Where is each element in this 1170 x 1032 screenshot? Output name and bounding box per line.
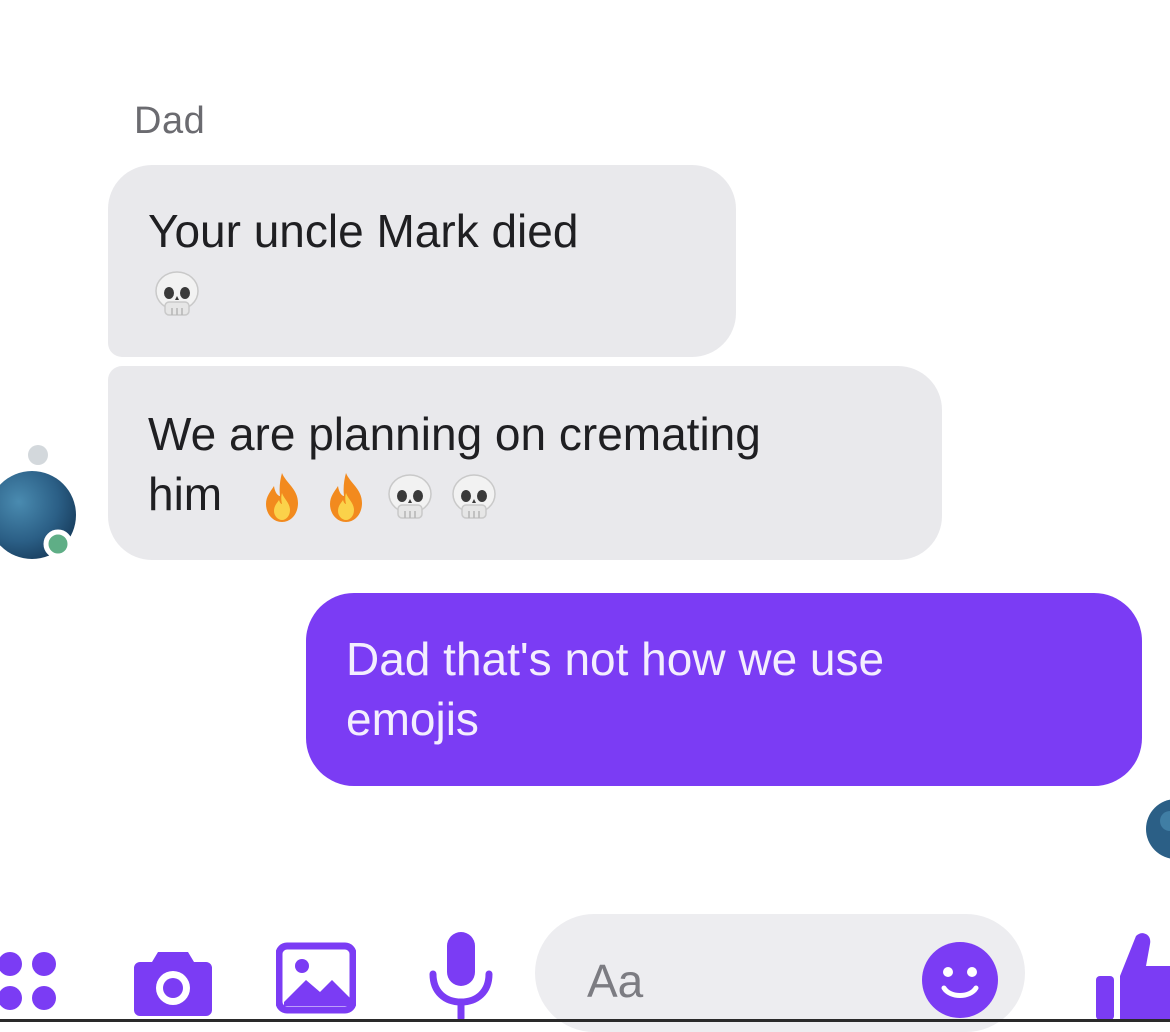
message-text-line: We are planning on cremating	[148, 408, 761, 460]
message-input[interactable]: Aa	[535, 914, 1025, 1032]
message-text-line: Dad that's not how we use	[346, 633, 885, 685]
sender-avatar[interactable]	[0, 445, 80, 563]
read-receipt-avatar	[1140, 795, 1170, 865]
message-text: Your uncle Mark died	[148, 205, 579, 257]
fire-icon	[253, 469, 311, 527]
smiley-icon[interactable]	[920, 940, 1000, 1025]
skull-icon	[381, 469, 439, 527]
incoming-message-bubble[interactable]: We are planning on cremating him	[108, 366, 942, 560]
outgoing-message-bubble[interactable]: Dad that's not how we use emojis	[306, 593, 1142, 786]
sender-name: Dad	[134, 100, 206, 142]
incoming-message-bubble[interactable]: Your uncle Mark died	[108, 165, 736, 357]
menu-dots-icon[interactable]	[0, 950, 64, 1014]
message-text-line: him	[148, 468, 223, 520]
skull-icon	[148, 266, 206, 324]
skull-icon	[445, 469, 503, 527]
gallery-icon[interactable]	[276, 940, 356, 1016]
thumbs-up-icon[interactable]	[1094, 926, 1170, 1022]
message-input-placeholder: Aa	[587, 955, 644, 1007]
composer-bar: Aa	[0, 900, 1170, 1032]
message-text-line: emojis	[346, 693, 479, 745]
camera-icon[interactable]	[132, 946, 214, 1018]
microphone-icon[interactable]	[425, 930, 497, 1022]
fire-icon	[317, 469, 375, 527]
